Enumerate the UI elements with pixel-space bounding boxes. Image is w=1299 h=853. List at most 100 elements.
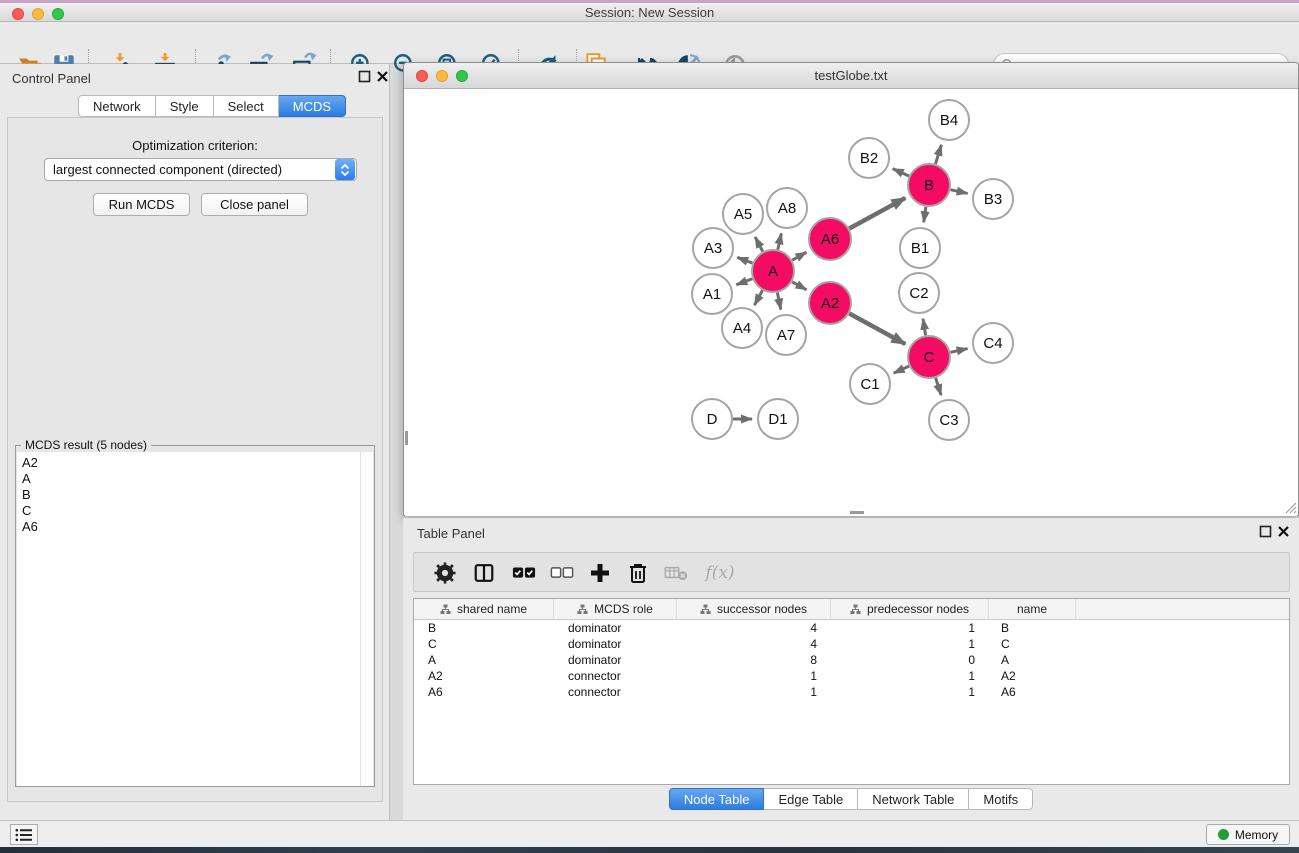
- resize-grip-icon[interactable]: [1284, 501, 1297, 514]
- tab-edge-table[interactable]: Edge Table: [764, 788, 858, 810]
- delete-table-icon[interactable]: [663, 560, 689, 586]
- graph-edge-C-C4[interactable]: [950, 349, 967, 353]
- graph-edge-A-A7[interactable]: [777, 293, 780, 310]
- network-horizontal-scrollbar[interactable]: [850, 511, 864, 514]
- close-window-button[interactable]: [12, 8, 24, 20]
- graph-edge-A-A1[interactable]: [736, 279, 752, 285]
- column-header-name[interactable]: name: [989, 599, 1076, 619]
- run-mcds-button[interactable]: Run MCDS: [93, 193, 190, 216]
- float-panel-icon[interactable]: [358, 70, 371, 83]
- close-panel-icon[interactable]: [376, 70, 389, 83]
- graph-node-D[interactable]: D: [692, 399, 732, 439]
- column-header-shared-name[interactable]: shared name: [414, 599, 554, 619]
- tab-select[interactable]: Select: [214, 95, 279, 117]
- tab-motifs[interactable]: Motifs: [969, 788, 1033, 810]
- graph-node-label: B3: [984, 191, 1002, 208]
- column-tree-icon: [440, 604, 451, 615]
- graph-edge-C-C3[interactable]: [936, 378, 941, 395]
- column-header-mcds-role[interactable]: MCDS role: [554, 599, 677, 619]
- graph-node-C[interactable]: C: [908, 336, 950, 378]
- table-row[interactable]: Adominator80A: [414, 652, 1289, 668]
- control-panel-title: Control Panel: [12, 71, 91, 86]
- graph-node-A[interactable]: A: [752, 250, 794, 292]
- table-row[interactable]: Cdominator41C: [414, 636, 1289, 652]
- graph-node-C1[interactable]: C1: [850, 364, 890, 404]
- graph-edge-B-B4[interactable]: [935, 145, 941, 164]
- mcds-result-item[interactable]: C: [22, 503, 362, 519]
- graph-node-label: D1: [768, 411, 787, 428]
- graph-edge-A6-B[interactable]: [849, 198, 905, 229]
- graph-node-B[interactable]: B: [908, 164, 950, 206]
- add-icon[interactable]: [587, 560, 613, 586]
- graph-node-A7[interactable]: A7: [766, 315, 806, 355]
- tab-mcds[interactable]: MCDS: [279, 95, 346, 117]
- tab-network[interactable]: Network: [78, 95, 156, 117]
- graph-edge-A-A5[interactable]: [755, 237, 763, 252]
- graph-node-A8[interactable]: A8: [767, 188, 807, 228]
- graph-edge-B-B1[interactable]: [924, 207, 926, 222]
- column-header-predecessor-nodes[interactable]: predecessor nodes: [831, 599, 989, 619]
- tab-network-table[interactable]: Network Table: [858, 788, 969, 810]
- mcds-result-list[interactable]: A2 A B C A6: [17, 452, 362, 786]
- graph-node-C3[interactable]: C3: [929, 400, 969, 440]
- network-view-window: testGlobe.txt B4 B2 B B3 A5A8A6 B1 A3 A C2 A1 A2 A4…: [403, 62, 1299, 516]
- tab-node-table[interactable]: Node Table: [669, 788, 765, 810]
- mcds-result-item[interactable]: B: [22, 487, 362, 503]
- graph-node-C2[interactable]: C2: [899, 273, 939, 313]
- select-all-icon[interactable]: [511, 560, 537, 586]
- minimize-window-button[interactable]: [32, 8, 44, 20]
- mcds-result-item[interactable]: A6: [22, 519, 362, 535]
- close-panel-button[interactable]: Close panel: [201, 193, 308, 216]
- mcds-result-box: MCDS result (5 nodes) A2 A B C A6: [15, 445, 375, 787]
- graph-node-C4[interactable]: C4: [973, 323, 1013, 363]
- graph-node-A1[interactable]: A1: [692, 274, 732, 314]
- graph-node-A3[interactable]: A3: [693, 228, 733, 268]
- graph-edge-A-A4[interactable]: [754, 290, 762, 305]
- maximize-network-button[interactable]: [456, 70, 468, 82]
- mcds-result-item[interactable]: A2: [22, 455, 362, 471]
- network-vertical-scrollbar[interactable]: [405, 431, 408, 445]
- column-layout-icon[interactable]: [471, 560, 497, 586]
- graph-edge-B-B2[interactable]: [893, 169, 909, 176]
- graph-node-A5[interactable]: A5: [723, 194, 763, 234]
- graph-node-B4[interactable]: B4: [929, 100, 969, 140]
- graph-edge-A-A2[interactable]: [792, 282, 806, 290]
- graph-node-B1[interactable]: B1: [900, 228, 940, 268]
- delete-icon[interactable]: [625, 560, 651, 586]
- graph-edge-A-A8[interactable]: [778, 233, 782, 249]
- graph-edge-A2-C[interactable]: [849, 314, 905, 345]
- memory-button[interactable]: Memory: [1206, 824, 1290, 845]
- close-table-panel-icon[interactable]: [1277, 525, 1290, 538]
- graph-node-D1[interactable]: D1: [758, 399, 798, 439]
- close-network-button[interactable]: [416, 70, 428, 82]
- graph-edge-C-C2[interactable]: [923, 319, 926, 336]
- tab-style[interactable]: Style: [156, 95, 214, 117]
- network-canvas[interactable]: B4 B2 B B3 A5A8A6 B1 A3 A C2 A1 A2 A4A7 C4 C C1 D D1 C3: [405, 90, 1297, 516]
- float-table-panel-icon[interactable]: [1259, 525, 1272, 538]
- column-header-successor-nodes[interactable]: successor nodes: [677, 599, 831, 619]
- graph-edge-B-B3[interactable]: [950, 190, 967, 194]
- minimize-network-button[interactable]: [436, 70, 448, 82]
- graph-node-B3[interactable]: B3: [973, 179, 1013, 219]
- mcds-result-item[interactable]: A: [22, 471, 362, 487]
- mcds-result-scrollbar[interactable]: [360, 452, 373, 786]
- graph-node-B2[interactable]: B2: [849, 138, 889, 178]
- graph-node-label: C4: [983, 335, 1002, 352]
- task-history-button[interactable]: [10, 824, 38, 845]
- network-window-titlebar[interactable]: testGlobe.txt: [404, 63, 1298, 89]
- function-builder-icon[interactable]: f(x): [698, 560, 742, 586]
- deselect-all-icon[interactable]: [549, 560, 575, 586]
- graph-edge-C-C1[interactable]: [894, 366, 909, 373]
- table-row[interactable]: A6connector11A6: [414, 684, 1289, 700]
- graph-node-A2[interactable]: A2: [809, 282, 851, 324]
- graph-node-A6[interactable]: A6: [809, 218, 851, 260]
- gear-icon[interactable]: [432, 560, 458, 586]
- table-row[interactable]: A2connector11A2: [414, 668, 1289, 684]
- graph-node-A4[interactable]: A4: [722, 308, 762, 348]
- graph-edge-A-A6[interactable]: [792, 252, 806, 260]
- maximize-window-button[interactable]: [52, 8, 64, 20]
- graph-edge-A-A3[interactable]: [737, 257, 752, 263]
- control-panel: Control Panel Network Style Select MCDS …: [0, 64, 390, 820]
- criterion-select[interactable]: largest connected component (directed): [44, 158, 357, 181]
- table-row[interactable]: Bdominator41B: [414, 620, 1289, 636]
